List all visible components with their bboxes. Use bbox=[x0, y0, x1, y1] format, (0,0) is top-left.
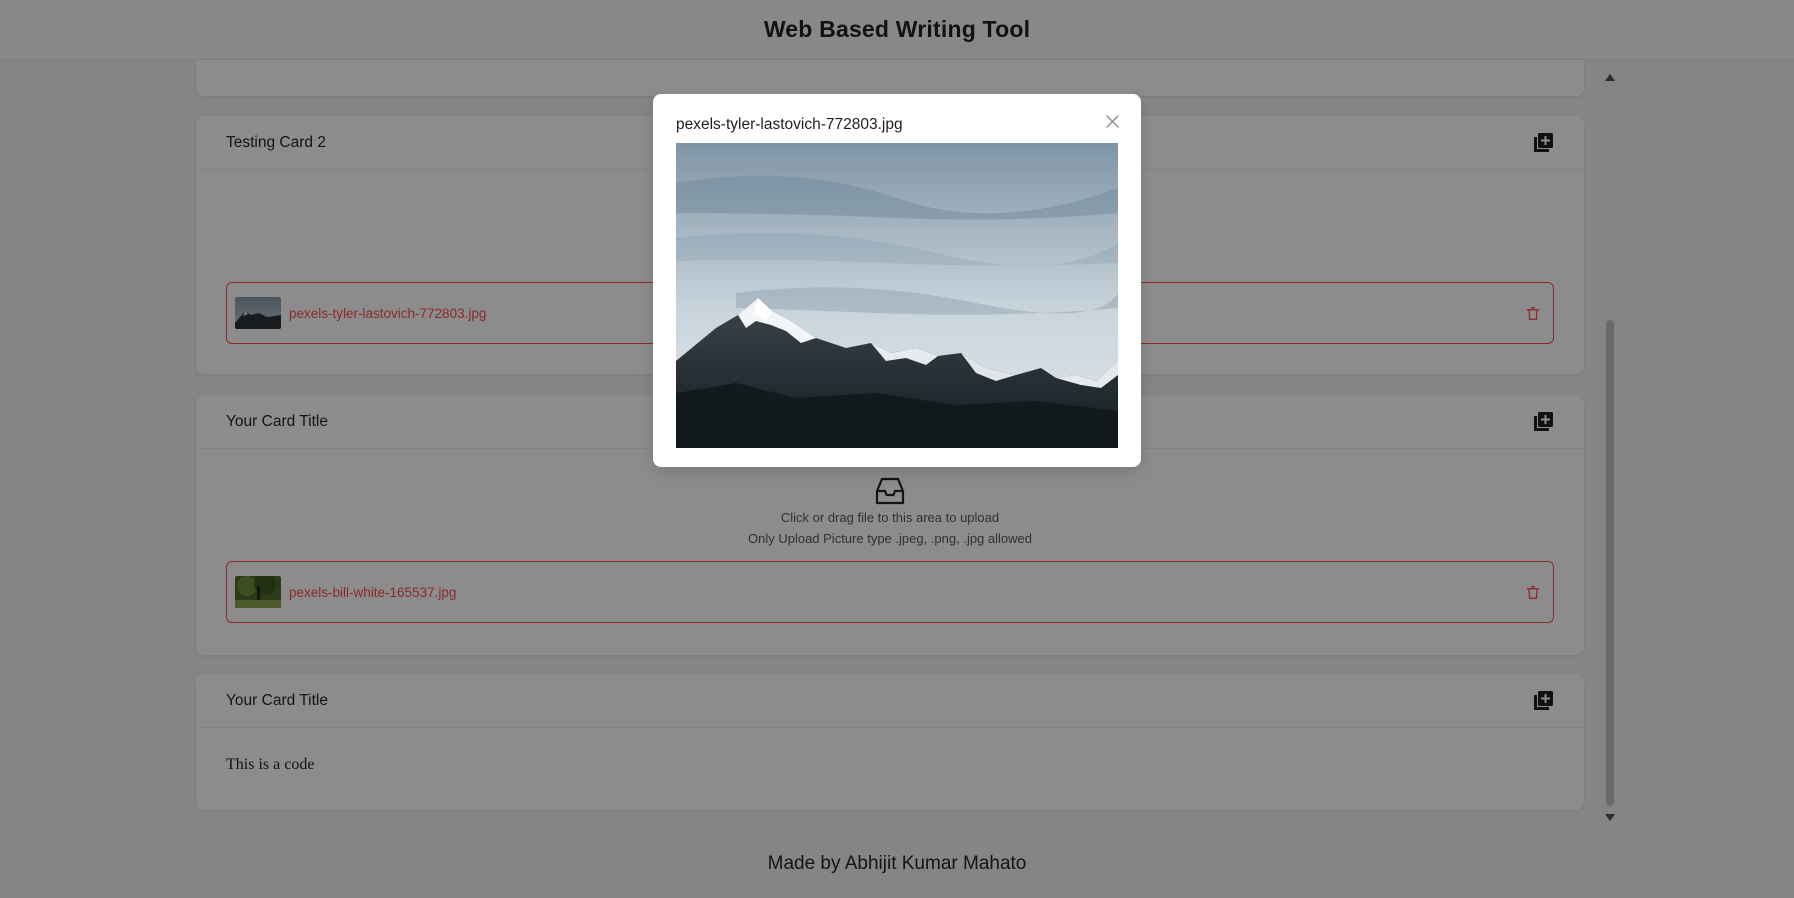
image-preview-modal: pexels-tyler-lastovich-772803.jpg bbox=[653, 94, 1141, 467]
modal-close-button[interactable] bbox=[1101, 110, 1123, 132]
modal-title: pexels-tyler-lastovich-772803.jpg bbox=[676, 116, 903, 133]
preview-image bbox=[676, 143, 1118, 448]
close-icon bbox=[1105, 114, 1119, 128]
